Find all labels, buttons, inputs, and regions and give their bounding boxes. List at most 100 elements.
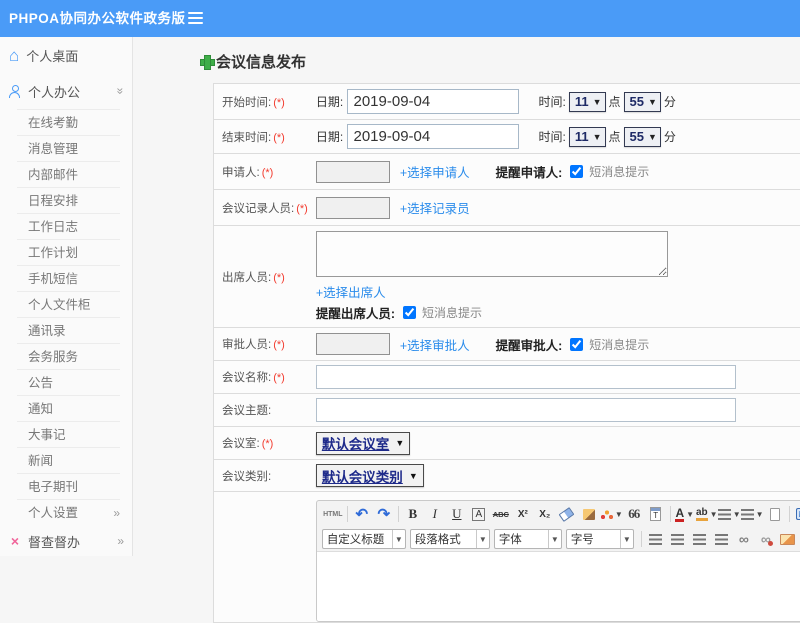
blockquote-button[interactable]: 66 bbox=[623, 504, 645, 524]
unordered-list-button[interactable]: ▼ bbox=[740, 504, 764, 524]
remind-attendee-label: 提醒出席人员: bbox=[315, 307, 395, 321]
add-plus-icon bbox=[200, 55, 215, 70]
align-left-icon bbox=[649, 533, 663, 545]
sms-hint-label: 短消息提示 bbox=[589, 337, 650, 352]
sidebar-item-online-attendance[interactable]: 在线考勤 bbox=[17, 110, 120, 136]
approver-label: 审批人员: (*) bbox=[213, 327, 308, 361]
heading-style-select[interactable]: 自定义标题 ▼ bbox=[321, 529, 406, 549]
sidebar-item-conference-service[interactable]: 会务服务 bbox=[17, 344, 120, 370]
align-left-button[interactable] bbox=[645, 529, 667, 549]
sidebar-item-schedule[interactable]: 日程安排 bbox=[17, 188, 120, 214]
sidebar-item-announcement[interactable]: 公告 bbox=[17, 370, 120, 396]
start-hour-select[interactable]: 11 ▼ bbox=[568, 91, 606, 112]
fullscreen-button[interactable] bbox=[793, 504, 800, 524]
start-minute-select[interactable]: 55 ▼ bbox=[623, 91, 661, 112]
char-border-button[interactable]: A bbox=[468, 504, 490, 524]
sidebar-item-personal-cabinet[interactable]: 个人文件柜 bbox=[17, 292, 120, 318]
redo-button[interactable]: ↷ bbox=[373, 504, 395, 524]
subscript-button[interactable]: X₂ bbox=[534, 504, 556, 524]
select-approver-link[interactable]: +选择审批人 bbox=[400, 335, 470, 354]
attendee-sms-checkbox[interactable] bbox=[402, 306, 416, 319]
meeting-subject-label: 会议主题: bbox=[213, 393, 308, 427]
font-color-button[interactable]: A ▼ bbox=[674, 504, 696, 524]
undo-icon: ↶ bbox=[355, 506, 369, 523]
end-time-label: 结束时间: (*) bbox=[213, 119, 308, 154]
align-justify-icon bbox=[715, 533, 729, 545]
paste-as-text-button[interactable] bbox=[645, 504, 667, 524]
end-minute-select[interactable]: 55 ▼ bbox=[623, 126, 661, 147]
remove-format-button[interactable] bbox=[556, 504, 578, 524]
remind-approver-label: 提醒审批人: bbox=[495, 338, 563, 353]
format-brush-button[interactable] bbox=[578, 504, 600, 524]
palette-icon bbox=[599, 508, 613, 520]
meeting-room-select[interactable]: 默认会议室 ▼ bbox=[315, 431, 411, 455]
align-right-button[interactable] bbox=[689, 529, 711, 549]
approver-input[interactable] bbox=[315, 333, 390, 355]
approver-sms-checkbox[interactable] bbox=[570, 337, 584, 351]
font-family-select[interactable]: 字体 ▼ bbox=[493, 529, 562, 549]
start-date-input[interactable] bbox=[346, 89, 519, 114]
sidebar-item-work-plan[interactable]: 工作计划 bbox=[17, 240, 120, 266]
hamburger-menu-icon[interactable] bbox=[188, 12, 204, 25]
sidebar-item-e-journal[interactable]: 电子期刊 bbox=[17, 474, 120, 500]
dropdown-arrow-icon: ▼ bbox=[395, 438, 405, 448]
applicant-sms-checkbox[interactable] bbox=[570, 165, 584, 178]
sidebar-item-major-events[interactable]: 大事记 bbox=[17, 422, 120, 448]
underline-button[interactable]: U bbox=[446, 504, 468, 524]
paragraph-format-select[interactable]: 段落格式 ▼ bbox=[409, 529, 490, 549]
highlight-color-button[interactable]: ab ▼ bbox=[695, 504, 718, 524]
user-icon bbox=[9, 84, 21, 98]
eraser-icon bbox=[558, 506, 575, 522]
sidebar-item-mobile-sms[interactable]: 手机短信 bbox=[17, 266, 120, 292]
recorder-input[interactable] bbox=[315, 196, 390, 219]
meeting-name-label: 会议名称: (*) bbox=[213, 360, 308, 394]
meeting-name-input[interactable] bbox=[315, 365, 736, 389]
sidebar-item-notice[interactable]: 通知 bbox=[17, 396, 120, 422]
rich-text-editor: HTML ↶ ↷ B I U A ABC X² X₂ ▼ 66 T A ▼ ab… bbox=[315, 500, 800, 622]
sms-hint-label: 短消息提示 bbox=[421, 306, 482, 320]
sidebar-item-personal-settings[interactable]: 个人设置» bbox=[17, 500, 120, 526]
date-label: 日期: bbox=[315, 130, 344, 144]
select-recorder-link[interactable]: +选择记录员 bbox=[400, 198, 470, 217]
new-page-button[interactable] bbox=[764, 504, 786, 524]
align-justify-button[interactable] bbox=[711, 529, 733, 549]
attendee-textarea[interactable] bbox=[315, 231, 668, 277]
end-date-input[interactable] bbox=[346, 124, 519, 149]
sidebar-item-personal-office[interactable]: 个人办公 » bbox=[0, 73, 132, 109]
strikethrough-button[interactable]: ABC bbox=[490, 504, 512, 524]
ordered-list-button[interactable]: ▼ bbox=[717, 504, 741, 524]
sidebar-submenu: 在线考勤 消息管理 内部邮件 日程安排 工作日志 工作计划 手机短信 个人文件柜… bbox=[17, 109, 120, 526]
dropdown-arrow-icon: ▼ bbox=[686, 509, 695, 519]
unlink-button[interactable]: ∞ bbox=[755, 529, 777, 549]
align-center-button[interactable] bbox=[667, 529, 689, 549]
html-source-button[interactable]: HTML bbox=[322, 504, 344, 524]
sidebar-item-news[interactable]: 新闻 bbox=[17, 448, 120, 474]
insert-image-button[interactable] bbox=[777, 529, 799, 549]
sidebar-item-supervision[interactable]: × 督查督办 » bbox=[0, 526, 132, 556]
dropdown-arrow-icon: ▼ bbox=[732, 509, 741, 519]
editor-content-area[interactable] bbox=[316, 551, 800, 621]
sidebar-item-work-log[interactable]: 工作日志 bbox=[17, 214, 120, 240]
select-attendee-link[interactable]: +选择出席人 bbox=[316, 286, 386, 300]
meeting-category-select[interactable]: 默认会议类别 ▼ bbox=[315, 464, 424, 487]
dropdown-arrow-icon: ▼ bbox=[648, 131, 657, 142]
sidebar-item-personal-desktop[interactable]: ⌂ 个人桌面 bbox=[0, 37, 132, 73]
sidebar-item-message-management[interactable]: 消息管理 bbox=[17, 136, 120, 162]
end-hour-select[interactable]: 11 ▼ bbox=[568, 126, 606, 147]
undo-button[interactable]: ↶ bbox=[351, 504, 373, 524]
italic-button[interactable]: I bbox=[424, 504, 446, 524]
font-size-select[interactable]: 字号 ▼ bbox=[565, 529, 634, 549]
blank-page-icon bbox=[769, 507, 780, 521]
bold-button[interactable]: B bbox=[402, 504, 424, 524]
insert-link-button[interactable]: ∞ bbox=[733, 529, 755, 549]
meeting-room-label: 会议室: (*) bbox=[213, 426, 308, 460]
sidebar-item-internal-mail[interactable]: 内部邮件 bbox=[17, 162, 120, 188]
applicant-input[interactable] bbox=[315, 160, 390, 183]
meeting-subject-input[interactable] bbox=[315, 398, 736, 422]
emoticons-button[interactable]: ▼ bbox=[599, 504, 623, 524]
dropdown-arrow-icon: ▼ bbox=[648, 96, 657, 107]
align-right-icon bbox=[693, 533, 707, 545]
select-applicant-link[interactable]: +选择申请人 bbox=[400, 162, 470, 181]
superscript-button[interactable]: X² bbox=[512, 504, 534, 524]
sidebar-item-contacts[interactable]: 通讯录 bbox=[17, 318, 120, 344]
